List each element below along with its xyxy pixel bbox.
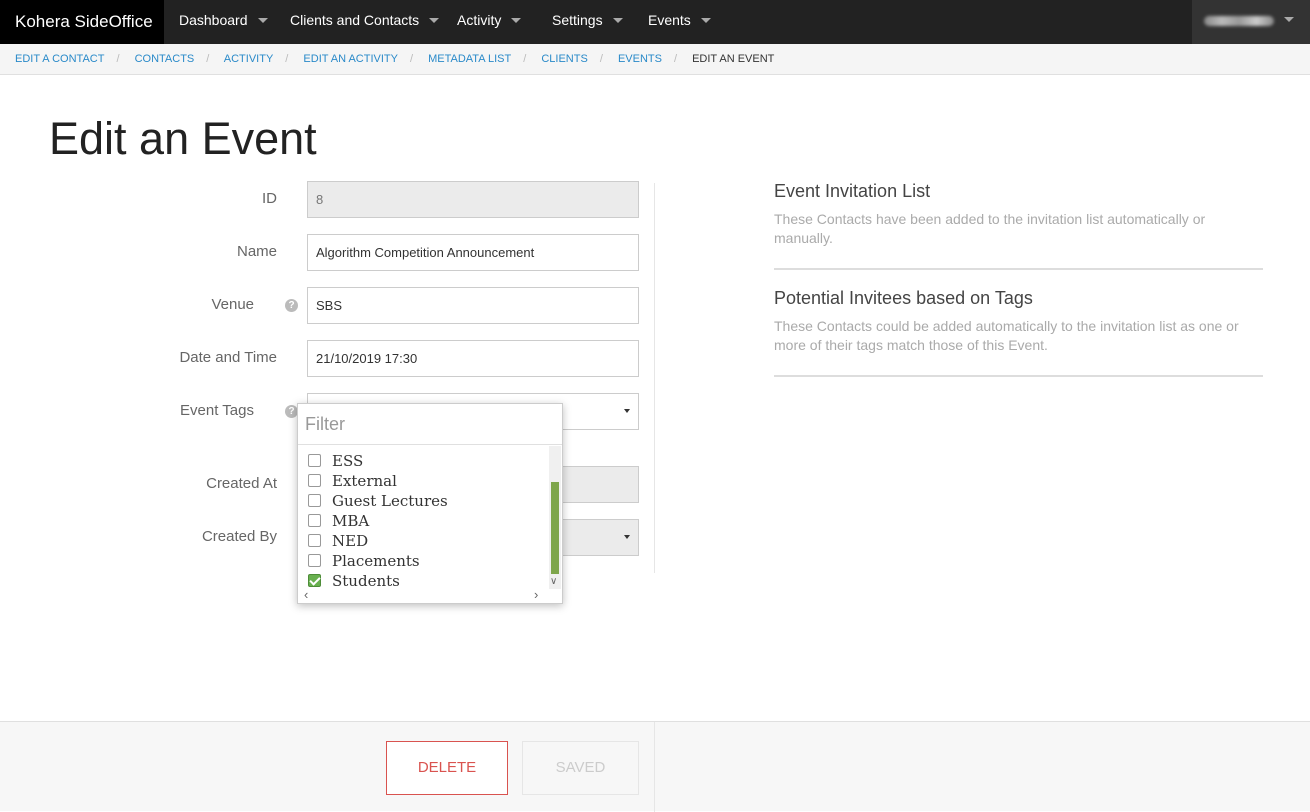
tag-checkbox[interactable] — [308, 514, 321, 527]
breadcrumb-separator: / — [116, 53, 120, 65]
column-divider — [654, 183, 655, 573]
check-icon[interactable] — [308, 574, 321, 587]
tag-checkbox[interactable] — [308, 454, 321, 467]
vertical-scrollbar[interactable]: ∨ — [549, 446, 561, 589]
created-by-label: Created By — [201, 528, 277, 545]
breadcrumb-contacts[interactable]: CONTACTS — [135, 53, 195, 65]
breadcrumb-separator: / — [409, 53, 414, 65]
tag-option-label: NED — [332, 532, 369, 550]
tag-checkbox[interactable] — [308, 534, 321, 547]
delete-button[interactable]: DELETE — [386, 741, 508, 795]
breadcrumb-separator: / — [673, 53, 678, 65]
tag-option-label: ESS — [332, 452, 364, 470]
scroll-left-icon[interactable]: ‹ — [304, 587, 308, 602]
venue-label: Venue — [211, 296, 254, 313]
tags-dropdown: ESS External Guest Lectures MBA NED Plac… — [297, 403, 563, 604]
name-field[interactable]: Algorithm Competition Announcement — [307, 234, 639, 271]
caret-down-icon — [511, 17, 522, 23]
scroll-right-icon[interactable]: › — [534, 587, 538, 602]
tags-option-list: ESS External Guest Lectures MBA NED Plac… — [298, 446, 549, 589]
id-field: 8 — [307, 181, 639, 218]
nav-activity[interactable]: Activity — [457, 0, 522, 44]
nav-clients-and-contacts[interactable]: Clients and Contacts — [290, 0, 440, 44]
datetime-field[interactable]: 21/10/2019 17:30 — [307, 340, 639, 377]
breadcrumb-edit-a-contact[interactable]: EDIT A CONTACT — [15, 53, 104, 65]
caret-down-icon — [429, 17, 440, 23]
venue-field[interactable]: SBS — [307, 287, 639, 324]
help-circle-icon[interactable]: ? — [285, 299, 298, 312]
page-title: Edit an Event — [49, 113, 317, 164]
tag-option-label: Guest Lectures — [332, 492, 448, 510]
event-tags-label: Event Tags — [180, 402, 254, 419]
footer-divider — [654, 722, 655, 812]
breadcrumb-separator: / — [285, 53, 289, 65]
caret-down-icon — [612, 17, 623, 23]
caret-down-icon — [624, 535, 630, 539]
nav-activity-label: Activity — [457, 12, 502, 28]
breadcrumb-metadata-list[interactable]: METADATA LIST — [428, 53, 511, 65]
name-label: Name — [236, 243, 277, 260]
avatar — [1204, 15, 1274, 26]
tag-option-label: Students — [332, 572, 400, 589]
nav-events[interactable]: Events — [648, 0, 711, 44]
invitation-list-desc: These Contacts have been added to the in… — [774, 211, 1206, 246]
breadcrumb-activity[interactable]: ACTIVITY — [224, 53, 274, 65]
breadcrumb-separator: / — [206, 53, 210, 65]
brand-logo[interactable]: Kohera SideOffice — [0, 0, 164, 44]
invitation-list-rule — [774, 268, 1263, 270]
scrollbar-thumb[interactable] — [551, 482, 559, 574]
breadcrumb-edit-an-event: EDIT AN EVENT — [692, 53, 775, 65]
tags-filter-input[interactable] — [298, 404, 562, 445]
nav-settings-label: Settings — [552, 12, 603, 28]
caret-down-icon — [257, 17, 268, 23]
caret-down-icon — [700, 17, 711, 23]
nav-dashboard[interactable]: Dashboard — [179, 0, 268, 44]
nav-settings[interactable]: Settings — [552, 0, 623, 44]
breadcrumb-clients[interactable]: CLIENTS — [541, 53, 587, 65]
tag-option-label: MBA — [332, 512, 370, 530]
breadcrumb-separator: / — [523, 53, 527, 65]
tag-checkbox[interactable] — [308, 474, 321, 487]
tag-checkbox[interactable] — [308, 554, 321, 567]
invitation-list-title: Event Invitation List — [774, 181, 931, 201]
form-footer: DELETE SAVED — [0, 721, 1310, 812]
potential-invitees-rule — [774, 375, 1263, 377]
potential-invitees-title: Potential Invitees based on Tags — [774, 288, 1033, 308]
nav-dashboard-label: Dashboard — [179, 12, 248, 28]
scroll-down-icon[interactable]: ∨ — [550, 576, 557, 587]
nav-events-label: Events — [648, 12, 691, 28]
breadcrumb: EDIT A CONTACT / CONTACTS / ACTIVITY / EDIT… — [0, 44, 1310, 75]
user-menu[interactable] — [1192, 0, 1310, 44]
horizontal-scrollbar[interactable]: ‹ › — [298, 587, 549, 603]
breadcrumb-edit-an-activity[interactable]: EDIT AN ACTIVITY — [303, 53, 398, 65]
caret-down-icon — [1284, 17, 1294, 23]
created-at-label: Created At — [206, 475, 277, 492]
datetime-label: Date and Time — [179, 349, 277, 366]
tag-option-label: Placements — [332, 552, 420, 570]
id-label: ID — [262, 190, 277, 207]
tag-checkbox[interactable] — [308, 494, 321, 507]
top-navbar: Kohera SideOffice Dashboard Clients and … — [0, 0, 1310, 44]
caret-down-icon — [624, 409, 630, 413]
breadcrumb-separator: / — [599, 53, 603, 65]
tag-option-label: External — [332, 472, 397, 490]
breadcrumb-events[interactable]: EVENTS — [618, 53, 662, 65]
nav-clients-label: Clients and Contacts — [290, 12, 420, 28]
saved-button: SAVED — [522, 741, 639, 795]
potential-invitees-desc: These Contacts could be added automatica… — [774, 318, 1239, 353]
